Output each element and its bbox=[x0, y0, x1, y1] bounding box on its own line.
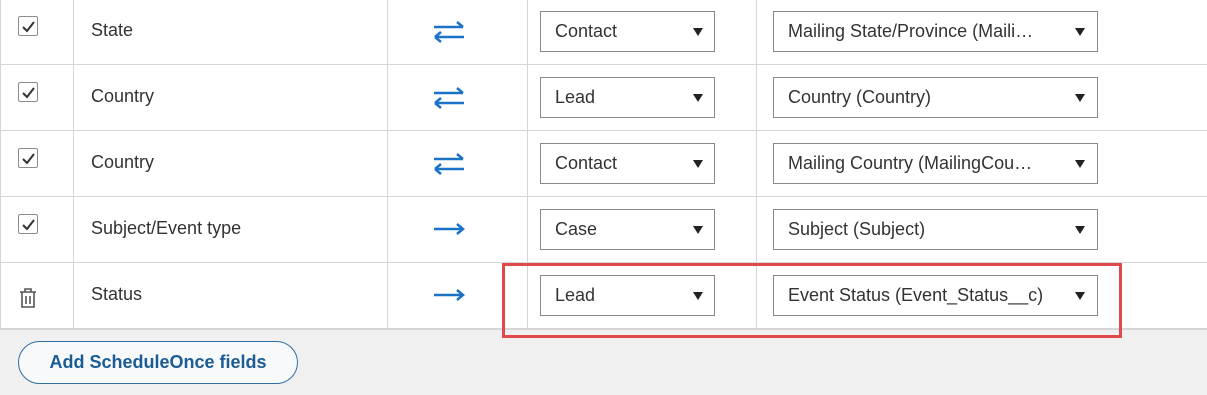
chevron-down-icon bbox=[693, 292, 703, 300]
bidirectional-sync-icon[interactable] bbox=[432, 85, 466, 111]
object-select[interactable]: Case bbox=[540, 209, 715, 250]
table-row: State Contact Mailing State/Province (Ma… bbox=[0, 0, 1207, 65]
chevron-down-icon bbox=[693, 160, 703, 168]
mapped-field-select[interactable]: Subject (Subject) bbox=[773, 209, 1098, 250]
table-row: Subject/Event type Case Subject (Subject… bbox=[0, 197, 1207, 263]
table-footer: Add ScheduleOnce fields bbox=[0, 329, 1207, 395]
field-name: Subject/Event type bbox=[91, 218, 242, 238]
chevron-down-icon bbox=[1075, 28, 1085, 36]
chevron-down-icon bbox=[693, 28, 703, 36]
mapped-field-select[interactable]: Mailing Country (MailingCou… bbox=[773, 143, 1098, 184]
mapped-field-select[interactable]: Country (Country) bbox=[773, 77, 1098, 118]
mapped-field-select[interactable]: Mailing State/Province (Maili… bbox=[773, 11, 1098, 52]
trash-icon[interactable] bbox=[18, 287, 38, 309]
field-name: Status bbox=[91, 284, 143, 304]
chevron-down-icon bbox=[693, 226, 703, 234]
chevron-down-icon bbox=[1075, 160, 1085, 168]
bidirectional-sync-icon[interactable] bbox=[432, 151, 466, 177]
row-checkbox[interactable] bbox=[18, 214, 38, 234]
object-select[interactable]: Contact bbox=[540, 143, 715, 184]
object-select[interactable]: Lead bbox=[540, 275, 715, 316]
table-row: Country Lead Country (Country) bbox=[0, 65, 1207, 131]
right-arrow-icon[interactable] bbox=[432, 283, 466, 309]
table-row: Country Contact Mailing Country (Mailing… bbox=[0, 131, 1207, 197]
field-name: Country bbox=[91, 86, 155, 106]
mapped-field-select[interactable]: Event Status (Event_Status__c) bbox=[773, 275, 1098, 316]
row-checkbox[interactable] bbox=[18, 82, 38, 102]
row-checkbox[interactable] bbox=[18, 148, 38, 168]
table-row: Status Lead Event Status (Event_Status__… bbox=[0, 263, 1207, 329]
object-select[interactable]: Lead bbox=[540, 77, 715, 118]
add-scheduleonce-fields-button[interactable]: Add ScheduleOnce fields bbox=[18, 341, 298, 384]
field-name: State bbox=[91, 20, 134, 40]
field-name: Country bbox=[91, 152, 155, 172]
row-checkbox[interactable] bbox=[18, 16, 38, 36]
chevron-down-icon bbox=[1075, 292, 1085, 300]
chevron-down-icon bbox=[1075, 226, 1085, 234]
chevron-down-icon bbox=[693, 94, 703, 102]
object-select[interactable]: Contact bbox=[540, 11, 715, 52]
right-arrow-icon[interactable] bbox=[432, 217, 466, 243]
bidirectional-sync-icon[interactable] bbox=[432, 19, 466, 45]
chevron-down-icon bbox=[1075, 94, 1085, 102]
